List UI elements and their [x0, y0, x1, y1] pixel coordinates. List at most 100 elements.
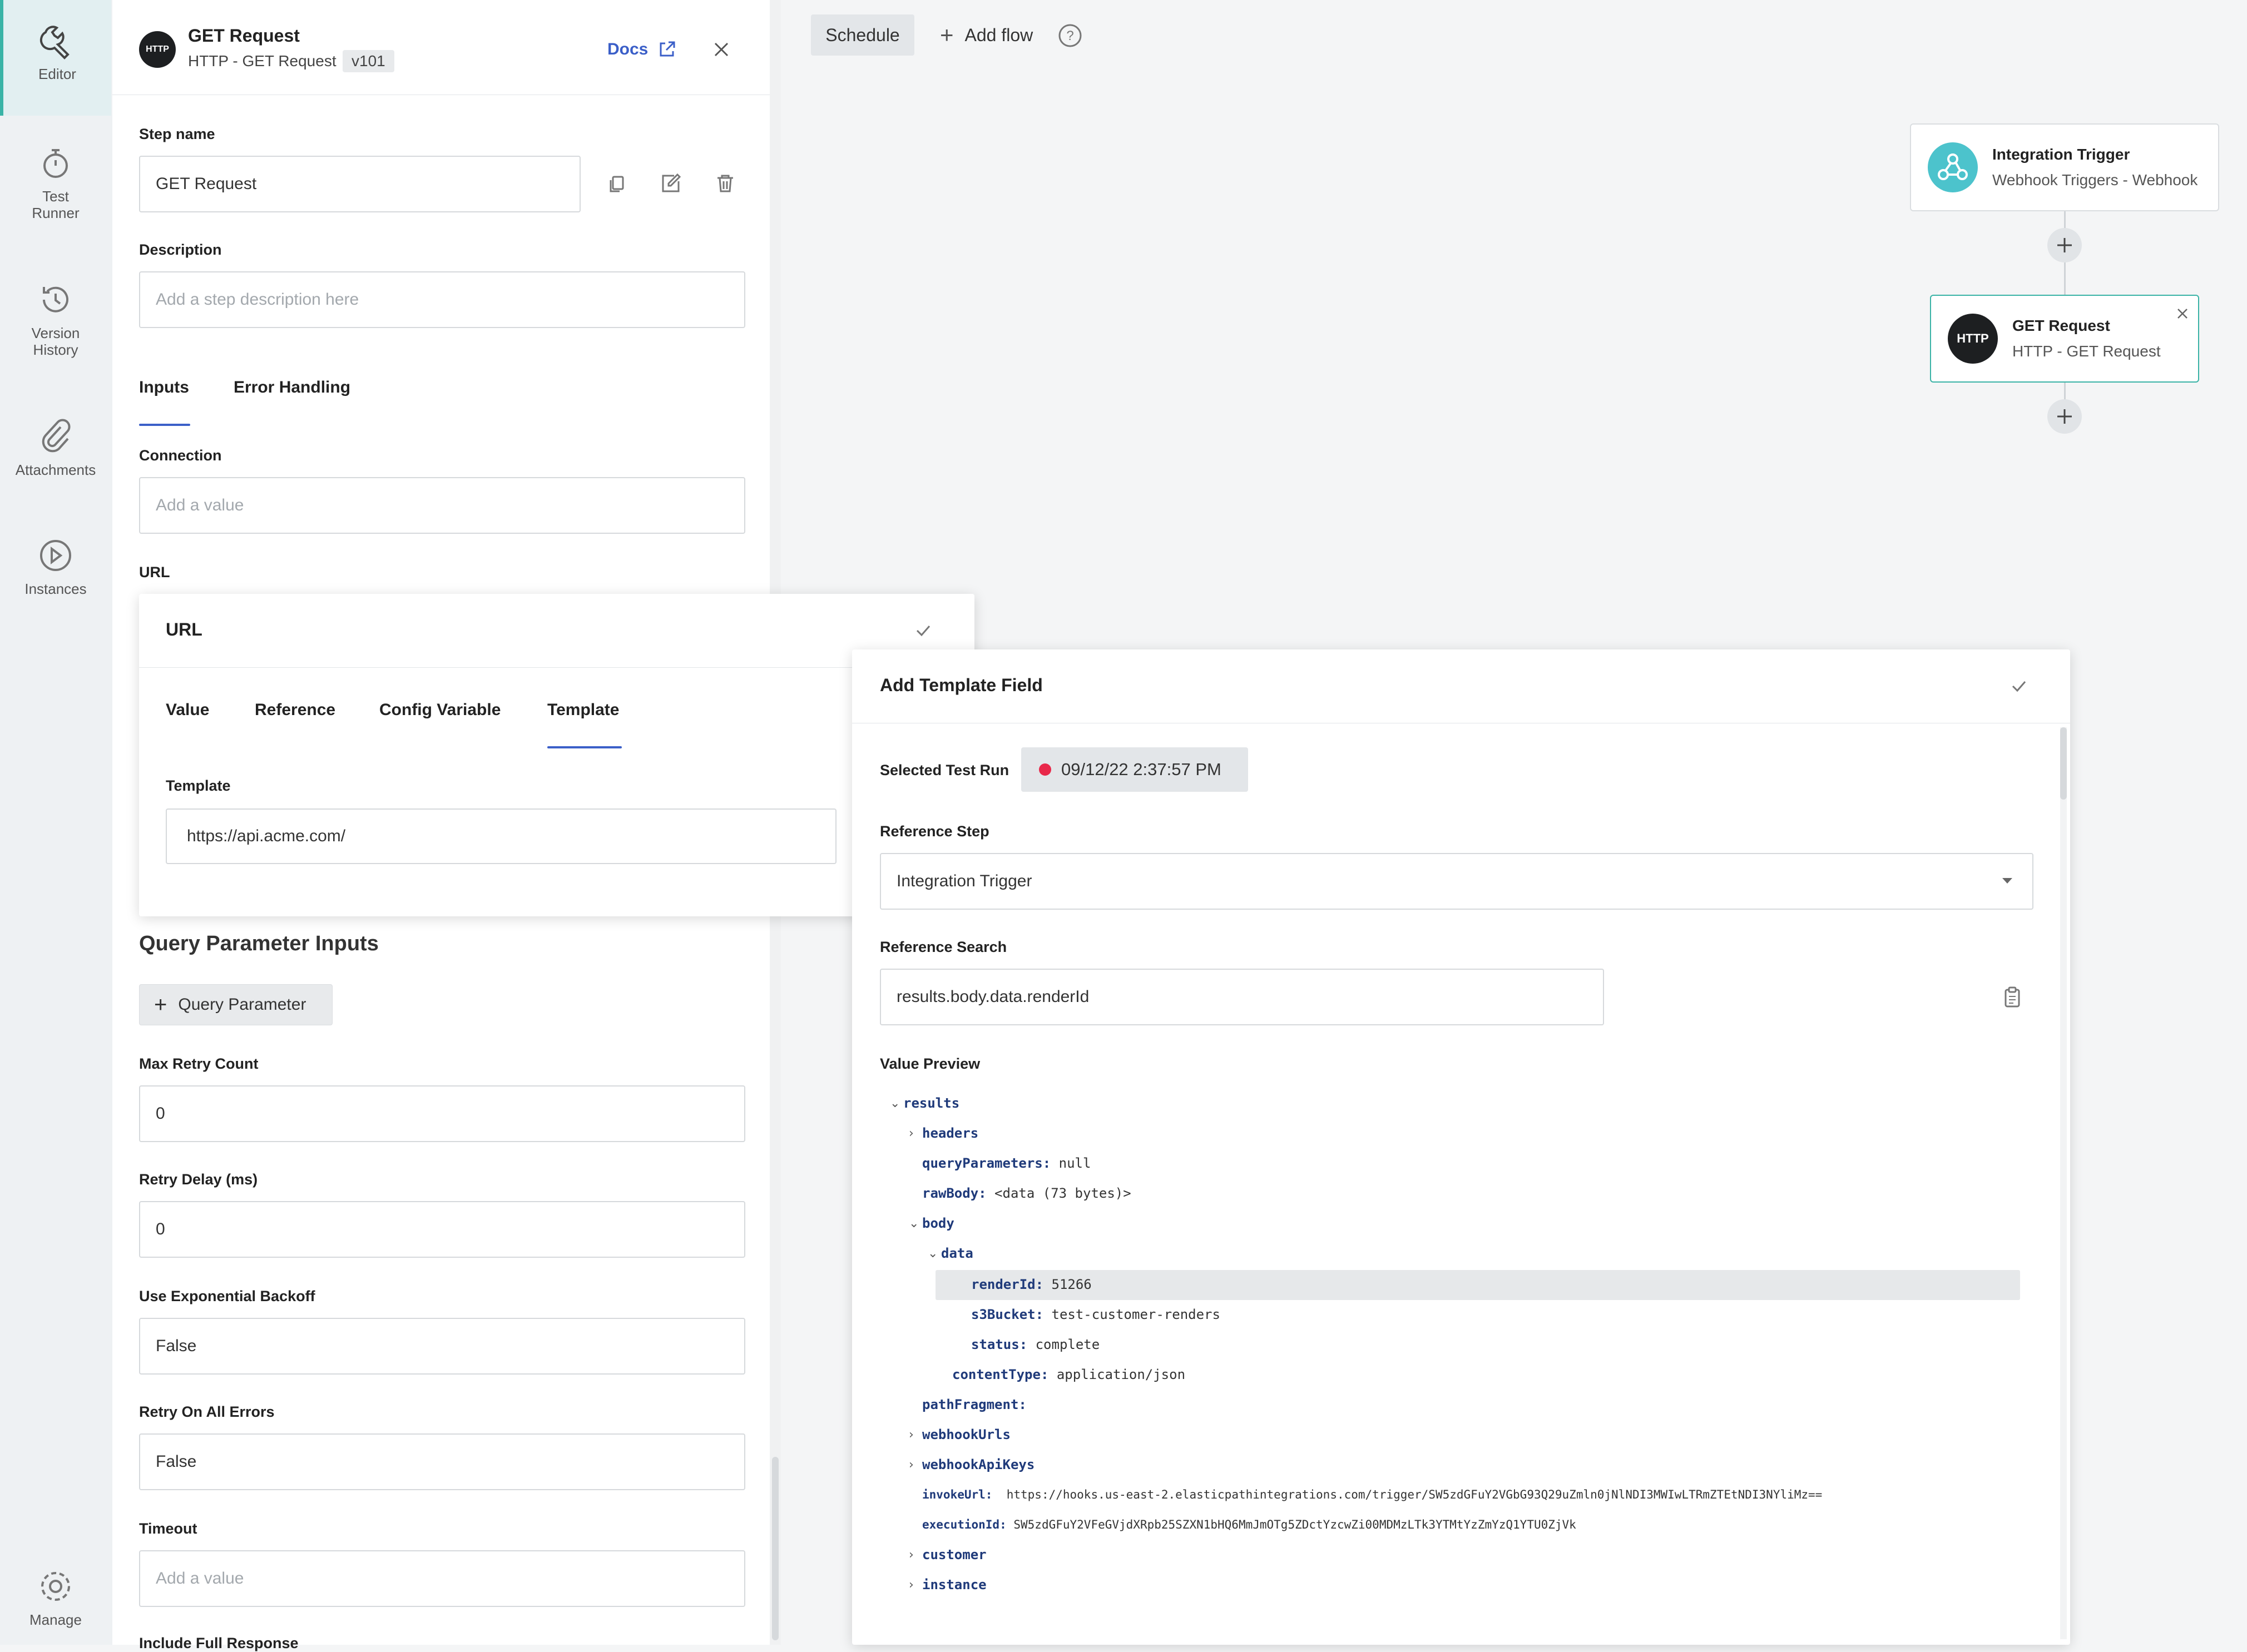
tree-node-headers[interactable]: › headers — [909, 1122, 978, 1144]
tree-node-raw-body[interactable]: rawBody: <data (73 bytes)> — [922, 1182, 1131, 1204]
step-name-input[interactable]: GET Request — [139, 156, 581, 212]
tree-node-status[interactable]: status: complete — [971, 1333, 1100, 1356]
docs-link[interactable]: Docs — [607, 40, 648, 59]
tree-key: customer — [922, 1547, 987, 1562]
retry-all-errors-label: Retry On All Errors — [139, 1403, 275, 1420]
tree-node-query-parameters[interactable]: queryParameters: null — [922, 1152, 1091, 1174]
popover-scrollbar[interactable] — [2060, 727, 2067, 1639]
reference-search-input[interactable]: results.body.data.renderId — [880, 969, 1604, 1025]
timeout-label: Timeout — [139, 1520, 197, 1537]
tree-key: data — [941, 1246, 973, 1261]
close-icon[interactable] — [2175, 306, 2190, 321]
status-dot-icon — [1039, 763, 1051, 776]
edit-icon[interactable] — [657, 170, 684, 197]
chevron-down-icon: ⌄ — [928, 1246, 938, 1261]
trigger-node-title: Integration Trigger — [1992, 146, 2130, 163]
url-popover: URL Value Reference Config Variable Temp… — [139, 594, 974, 916]
panel-title: GET Request — [188, 26, 300, 46]
timeout-input[interactable]: Add a value — [139, 1550, 745, 1607]
get-request-node[interactable]: HTTP GET Request HTTP - GET Request — [1930, 295, 2199, 383]
tree-key: webhookUrls — [922, 1427, 1011, 1442]
query-parameter-title: Query Parameter Inputs — [139, 932, 379, 955]
tree-value: test-customer-renders — [1051, 1307, 1220, 1322]
tree-node-customer[interactable]: › customer — [909, 1544, 987, 1566]
reference-step-select[interactable]: Integration Trigger — [880, 853, 2033, 910]
tree-value: https://hooks.us-east-2.elasticpathinteg… — [1006, 1488, 1823, 1501]
add-flow-button[interactable]: + Add flow — [940, 14, 1033, 56]
exponential-backoff-input[interactable]: False — [139, 1318, 745, 1375]
description-input[interactable]: Add a step description here — [139, 271, 745, 328]
rail-test-runner[interactable]: Test Runner — [0, 143, 111, 221]
reference-step-label: Reference Step — [880, 823, 989, 840]
rail-editor[interactable]: Editor — [0, 0, 111, 116]
popover-scrollbar-thumb[interactable] — [2060, 727, 2067, 800]
help-icon[interactable]: ? — [1058, 23, 1082, 48]
template-label: Template — [166, 777, 231, 794]
add-step-button[interactable] — [2047, 399, 2082, 434]
tree-node-results[interactable]: ⌄ results — [890, 1092, 959, 1114]
rail-version-history[interactable]: Version History — [0, 280, 111, 358]
external-link-icon[interactable] — [657, 39, 677, 59]
tab-reference[interactable]: Reference — [255, 701, 335, 720]
rail-manage-label: Manage — [29, 1611, 82, 1628]
tab-config-variable[interactable]: Config Variable — [379, 701, 501, 720]
tree-key: rawBody: — [922, 1185, 987, 1201]
copy-icon[interactable] — [604, 170, 631, 197]
tree-node-render-id[interactable]: renderId: 51266 — [971, 1273, 1092, 1296]
chevron-right-icon: › — [909, 1126, 914, 1140]
chevron-right-icon: › — [909, 1457, 914, 1472]
tree-node-invoke-url[interactable]: invokeUrl: https://hooks.us-east-2.elast… — [922, 1484, 1822, 1506]
connection-input[interactable]: Add a value — [139, 477, 745, 534]
tree-node-content-type[interactable]: contentType: application/json — [952, 1363, 1185, 1386]
tree-key: body — [922, 1216, 954, 1231]
tree-node-s3-bucket[interactable]: s3Bucket: test-customer-renders — [971, 1303, 1220, 1326]
retry-delay-input[interactable]: 0 — [139, 1201, 745, 1258]
chevron-right-icon: › — [909, 1547, 914, 1562]
retry-all-errors-input[interactable]: False — [139, 1433, 745, 1490]
selected-test-run-button[interactable]: 09/12/22 2:37:57 PM — [1021, 747, 1248, 792]
plus-icon: + — [940, 22, 954, 48]
tree-key: executionId: — [922, 1518, 1007, 1531]
left-rail: Editor Test Runner Version History Attac… — [0, 0, 113, 1645]
rail-attachments[interactable]: Attachments — [0, 417, 111, 478]
plus-icon — [2057, 238, 2072, 252]
tree-node-execution-id[interactable]: executionId: SW5zdGFuY2VFeGVjdXRpb25SZXN… — [922, 1514, 1576, 1536]
tree-node-webhook-api-keys[interactable]: › webhookApiKeys — [909, 1453, 1035, 1476]
tree-node-data[interactable]: ⌄ data — [928, 1242, 973, 1264]
tab-value[interactable]: Value — [166, 701, 209, 720]
history-icon — [43, 286, 68, 312]
add-query-parameter-button[interactable]: + Query Parameter — [139, 984, 333, 1025]
add-step-button[interactable] — [2047, 228, 2082, 262]
integration-trigger-node[interactable]: Integration Trigger Webhook Triggers - W… — [1910, 123, 2219, 211]
exponential-backoff-label: Use Exponential Backoff — [139, 1288, 315, 1304]
trash-icon[interactable] — [712, 170, 739, 197]
clipboard-icon[interactable] — [2002, 986, 2022, 1009]
description-label: Description — [139, 241, 222, 258]
tree-node-body[interactable]: ⌄ body — [909, 1212, 954, 1234]
panel-scrollbar-thumb[interactable] — [772, 1457, 779, 1640]
tree-value: complete — [1035, 1337, 1100, 1352]
chevron-down-icon — [2002, 878, 2012, 884]
rail-instances[interactable]: Instances — [0, 536, 111, 597]
check-icon[interactable] — [913, 621, 933, 641]
template-popover-title: Add Template Field — [880, 675, 1043, 695]
retry-delay-label: Retry Delay (ms) — [139, 1171, 258, 1188]
chevron-right-icon: › — [909, 1577, 914, 1592]
tree-key: renderId: — [971, 1277, 1044, 1292]
tree-node-instance[interactable]: › instance — [909, 1574, 987, 1596]
tab-inputs[interactable]: Inputs — [139, 378, 189, 397]
template-input[interactable]: https://api.acme.com/ — [166, 808, 837, 864]
tab-error-handling[interactable]: Error Handling — [234, 378, 350, 397]
max-retry-input[interactable]: 0 — [139, 1085, 745, 1142]
close-icon[interactable] — [712, 40, 731, 59]
check-icon[interactable] — [2009, 676, 2029, 696]
tab-template[interactable]: Template — [547, 701, 619, 720]
tree-value: SW5zdGFuY2VFeGVjdXRpb25SZXN1bHQ6MmJmOTg5… — [1013, 1518, 1576, 1531]
tree-node-webhook-urls[interactable]: › webhookUrls — [909, 1423, 1011, 1446]
tree-node-path-fragment[interactable]: pathFragment: — [922, 1393, 1027, 1416]
schedule-button[interactable]: Schedule — [811, 14, 914, 56]
rail-test-runner-label-2: Runner — [32, 205, 80, 221]
tab-template-underline — [547, 746, 622, 748]
rail-version-history-label-2: History — [33, 341, 78, 358]
rail-manage[interactable]: Manage — [0, 1567, 111, 1628]
